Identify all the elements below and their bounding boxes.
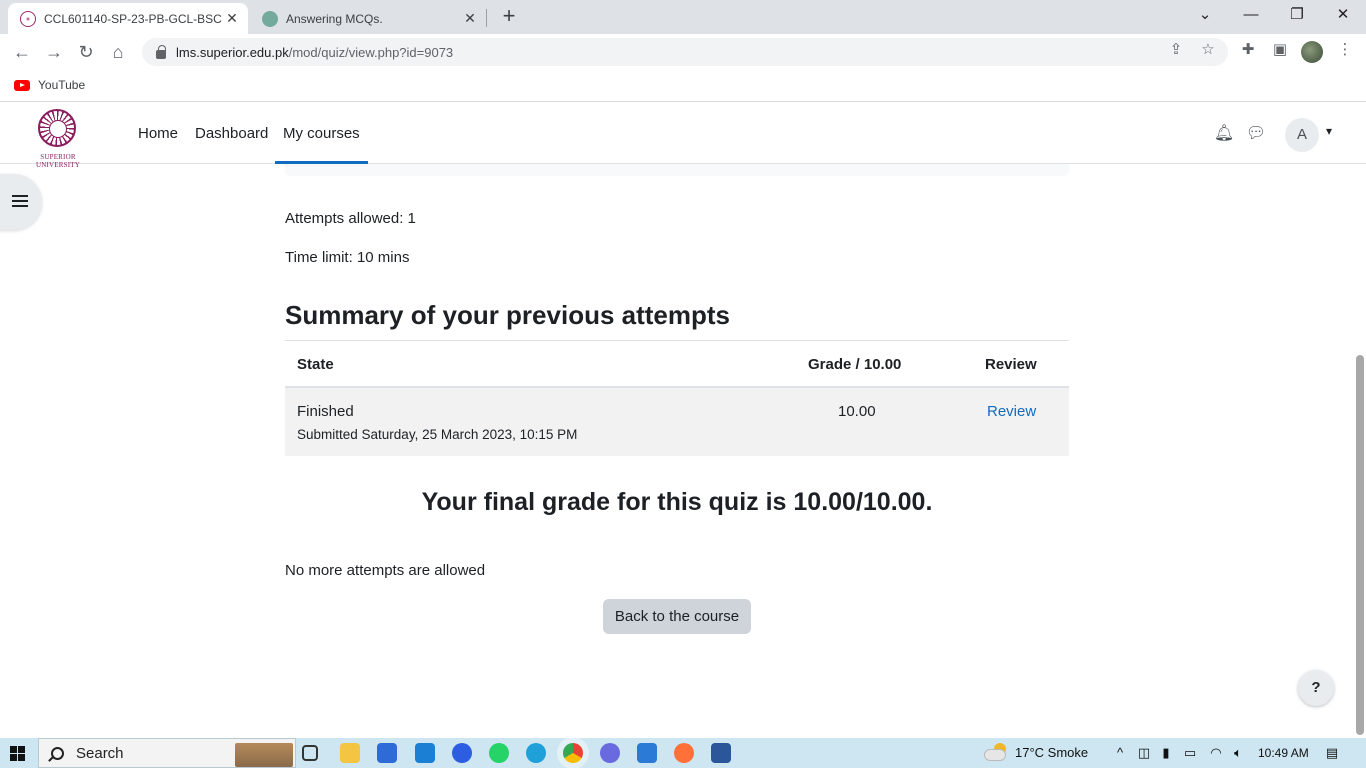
tab-search-chevron-icon[interactable]: ⌄: [1182, 0, 1228, 30]
volume-icon[interactable]: 🔈︎: [1230, 745, 1246, 761]
word-icon[interactable]: [711, 743, 731, 763]
summary-heading: Summary of your previous attempts: [285, 300, 730, 330]
bookmark-label: YouTube: [38, 78, 86, 92]
wifi-icon[interactable]: ◠: [1208, 745, 1224, 761]
header-grade: Grade / 10.00: [808, 356, 902, 373]
bookmarks-bar: YouTube: [0, 70, 1366, 102]
messages-icon[interactable]: 💬︎: [1245, 123, 1267, 145]
home-icon[interactable]: ⌂: [104, 38, 132, 66]
site-navbar: SUPERIOR UNIVERSITY Home Dashboard My co…: [0, 103, 1366, 169]
browser-tab-mcqs[interactable]: Answering MCQs. ✕: [250, 3, 486, 34]
notifications-icon[interactable]: ▤: [1324, 745, 1340, 761]
side-panel-icon[interactable]: ▣: [1268, 38, 1292, 62]
chevron-up-icon[interactable]: ^: [1112, 745, 1128, 761]
reload-icon[interactable]: ↻: [72, 38, 100, 66]
bookmark-star-icon[interactable]: ☆: [1196, 38, 1220, 62]
back-to-course-button[interactable]: Back to the course: [603, 599, 751, 634]
search-icon: [51, 746, 64, 760]
windows-start-icon[interactable]: [10, 746, 25, 761]
app-icon[interactable]: [600, 743, 620, 763]
file-explorer-icon[interactable]: [340, 743, 360, 763]
microphone-icon[interactable]: ▮: [1158, 745, 1174, 761]
store-icon[interactable]: [377, 743, 397, 763]
university-seal-icon: [38, 109, 76, 147]
nav-my-courses[interactable]: My courses: [275, 103, 368, 164]
app-icon[interactable]: [637, 743, 657, 763]
header-review: Review: [985, 356, 1037, 373]
forward-arrow-icon[interactable]: →: [40, 38, 68, 66]
table-row: Finished Submitted Saturday, 25 March 20…: [285, 388, 1069, 456]
user-avatar[interactable]: A: [1285, 118, 1319, 152]
extensions-icon[interactable]: ✚: [1236, 38, 1260, 62]
lock-icon[interactable]: [156, 44, 166, 59]
chatgpt-favicon-icon: [262, 10, 278, 27]
edge-icon[interactable]: [526, 743, 546, 763]
no-more-attempts: No more attempts are allowed: [285, 562, 486, 579]
minimize-button[interactable]: —: [1228, 0, 1274, 30]
attempt-grade: 10.00: [838, 403, 876, 420]
nav-dashboard[interactable]: Dashboard: [195, 103, 268, 164]
close-window-button[interactable]: ✕: [1320, 0, 1366, 30]
browser-toolbar: ← → ↻ ⌂ lms.superior.edu.pk/mod/quiz/vie…: [0, 34, 1366, 70]
search-label: Search: [76, 744, 124, 762]
attempt-submitted: Submitted Saturday, 25 March 2023, 10:15…: [297, 427, 578, 442]
back-arrow-icon[interactable]: ←: [8, 38, 36, 66]
tab-separator: [486, 9, 487, 27]
new-tab-button[interactable]: +: [498, 4, 520, 28]
weather-icon[interactable]: [984, 743, 1008, 761]
table-header: State Grade / 10.00 Review: [285, 341, 1069, 388]
address-bar[interactable]: lms.superior.edu.pk/mod/quiz/view.php?id…: [142, 38, 1228, 66]
battery-icon[interactable]: ▭: [1182, 745, 1198, 761]
attempts-table: State Grade / 10.00 Review Finished Subm…: [285, 340, 1069, 456]
youtube-icon: [14, 79, 30, 91]
whatsapp-icon[interactable]: [489, 743, 509, 763]
attempt-state: Finished: [297, 403, 354, 420]
time-limit: Time limit: 10 mins: [285, 249, 410, 266]
mail-icon[interactable]: [415, 743, 435, 763]
site-logo[interactable]: SUPERIOR UNIVERSITY: [18, 109, 98, 169]
windows-taskbar: Search 17°C Smoke ^ ◫ ▮ ▭ ◠ 🔈︎ 10:49 AM …: [0, 738, 1366, 768]
browser-tab-strip: CCL601140-SP-23-PB-GCL-BSCS ✕ Answering …: [0, 0, 1366, 34]
course-index-toggle-button[interactable]: [0, 174, 42, 230]
maximize-button[interactable]: ❐: [1274, 0, 1320, 30]
profile-avatar[interactable]: [1301, 41, 1323, 63]
share-icon[interactable]: ⇪: [1164, 38, 1188, 62]
attempts-allowed: Attempts allowed: 1: [285, 210, 416, 227]
tab-close-icon[interactable]: ✕: [222, 10, 242, 27]
meet-now-icon[interactable]: ◫: [1136, 745, 1152, 761]
notification-bell-icon[interactable]: 🔔︎: [1213, 123, 1235, 145]
final-grade: Your final grade for this quiz is 10.00/…: [421, 488, 933, 516]
task-view-icon[interactable]: [302, 745, 318, 761]
list-icon: [12, 195, 28, 209]
logo-text: SUPERIOR UNIVERSITY: [36, 153, 80, 169]
kebab-menu-icon[interactable]: ⋮: [1333, 38, 1357, 62]
quiz-intro-card: [285, 164, 1069, 176]
tab-close-icon[interactable]: ✕: [460, 10, 480, 27]
url-text: lms.superior.edu.pk/mod/quiz/view.php?id…: [176, 44, 454, 60]
browser-tab-quiz[interactable]: CCL601140-SP-23-PB-GCL-BSCS ✕: [8, 3, 248, 34]
review-link[interactable]: Review: [987, 403, 1036, 420]
superior-favicon-icon: [20, 10, 36, 27]
firefox-icon[interactable]: [674, 743, 694, 763]
header-state: State: [297, 356, 334, 373]
nav-home[interactable]: Home: [138, 103, 178, 164]
chrome-icon[interactable]: [563, 743, 583, 763]
bookmark-youtube[interactable]: YouTube: [14, 78, 85, 92]
scrollbar-thumb[interactable]: [1356, 355, 1364, 735]
search-highlight-image: [235, 743, 293, 767]
clock-time[interactable]: 10:49 AM: [1258, 738, 1309, 768]
zoom-icon[interactable]: [452, 743, 472, 763]
tab-title: Answering MCQs.: [286, 11, 383, 26]
taskbar-search[interactable]: Search: [38, 738, 296, 768]
chevron-down-icon[interactable]: ▾: [1326, 124, 1332, 138]
help-button[interactable]: ?: [1298, 670, 1334, 706]
tab-title: CCL601140-SP-23-PB-GCL-BSCS: [44, 11, 222, 26]
weather-text[interactable]: 17°C Smoke: [1015, 738, 1088, 768]
